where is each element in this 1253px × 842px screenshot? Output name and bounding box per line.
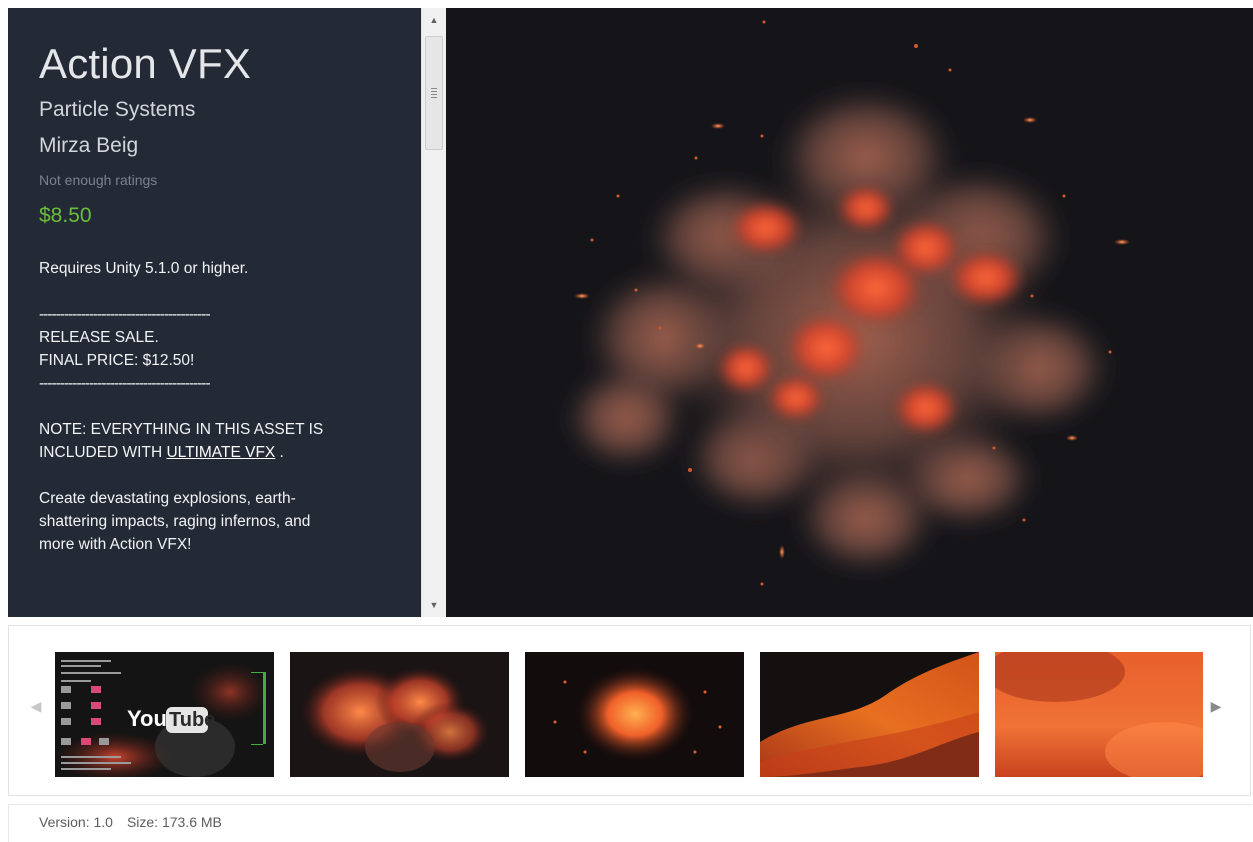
prev-arrow-icon[interactable]: ◀ xyxy=(26,698,46,715)
main-preview-image xyxy=(446,8,1253,617)
asset-category-link[interactable]: Particle Systems xyxy=(39,96,421,124)
asset-description: Requires Unity 5.1.0 or higher. --------… xyxy=(39,257,389,556)
publisher-link[interactable]: Mirza Beig xyxy=(39,132,421,160)
note-text-line2: INCLUDED WITH ULTIMATE VFX . xyxy=(39,444,284,461)
asset-info-panel: Action VFX Particle Systems Mirza Beig N… xyxy=(8,8,421,617)
description-body: more with Action VFX! xyxy=(39,536,192,553)
divider-text: ----------------------------------------… xyxy=(39,375,211,392)
scroll-up-arrow-icon[interactable]: ▲ xyxy=(422,12,446,28)
asset-detail-panel: Action VFX Particle Systems Mirza Beig N… xyxy=(8,8,1253,617)
thumbnail-video[interactable]: You Tube xyxy=(55,652,274,777)
thumbnail-image[interactable] xyxy=(995,652,1203,777)
asset-price: $8.50 xyxy=(39,204,92,227)
asset-meta-footer: Version: 1.0 Size: 173.6 MB xyxy=(8,804,1252,842)
explosion-image xyxy=(446,8,1253,617)
asset-title: Action VFX xyxy=(39,40,252,87)
version-text: Version: 1.0 xyxy=(39,814,113,830)
scroll-down-arrow-icon[interactable]: ▼ xyxy=(422,597,446,613)
scroll-thumb[interactable] xyxy=(425,36,443,150)
ratings-text: Not enough ratings xyxy=(39,172,158,188)
final-price-text: FINAL PRICE: $12.50! xyxy=(39,352,195,369)
thumbnail-image[interactable] xyxy=(525,652,744,777)
description-body: shattering impacts, raging infernos, and xyxy=(39,513,311,530)
description-scrollbar[interactable]: ▲ ▼ xyxy=(421,8,446,617)
size-text: Size: 173.6 MB xyxy=(126,814,222,830)
ultimate-vfx-link[interactable]: ULTIMATE VFX xyxy=(166,444,275,461)
thumbnail-image[interactable] xyxy=(760,652,979,777)
next-arrow-icon[interactable]: ▶ xyxy=(1206,698,1226,715)
description-body: Create devastating explosions, earth- xyxy=(39,490,296,507)
divider-text: ----------------------------------------… xyxy=(39,306,211,323)
requires-text: Requires Unity 5.1.0 or higher. xyxy=(39,260,249,277)
note-text: NOTE: EVERYTHING IN THIS ASSET IS xyxy=(39,421,324,438)
youtube-you-text: You xyxy=(127,706,167,731)
youtube-tube-text: Tube xyxy=(169,709,215,731)
thumbnail-gallery: ◀ You Tube ▶ xyxy=(8,625,1251,796)
thumbnail-image[interactable] xyxy=(290,652,509,777)
sale-text: RELEASE SALE. xyxy=(39,329,159,346)
